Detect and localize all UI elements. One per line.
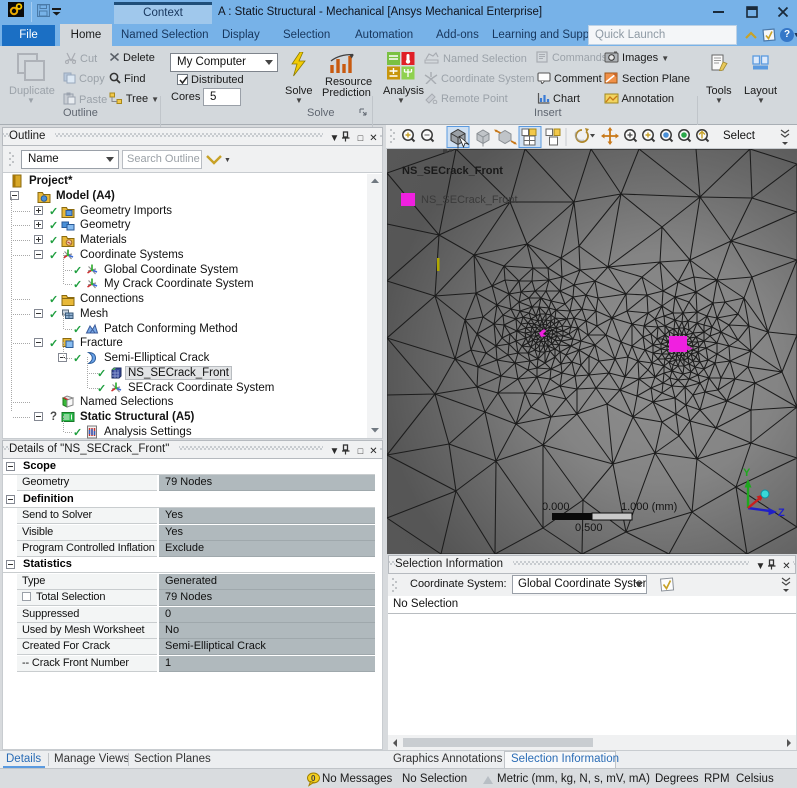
svg-text:NS_SECrack_Front: NS_SECrack_Front <box>402 165 503 177</box>
svg-text:0.500: 0.500 <box>575 522 603 534</box>
svg-text:Z: Z <box>778 507 785 519</box>
svg-text:Y: Y <box>743 467 751 479</box>
svg-text:1.000 (mm): 1.000 (mm) <box>621 501 677 513</box>
svg-text:0.000: 0.000 <box>542 501 570 513</box>
svg-text:NS_SECrack_Front: NS_SECrack_Front <box>421 194 518 206</box>
svg-text:0: 0 <box>311 774 316 783</box>
